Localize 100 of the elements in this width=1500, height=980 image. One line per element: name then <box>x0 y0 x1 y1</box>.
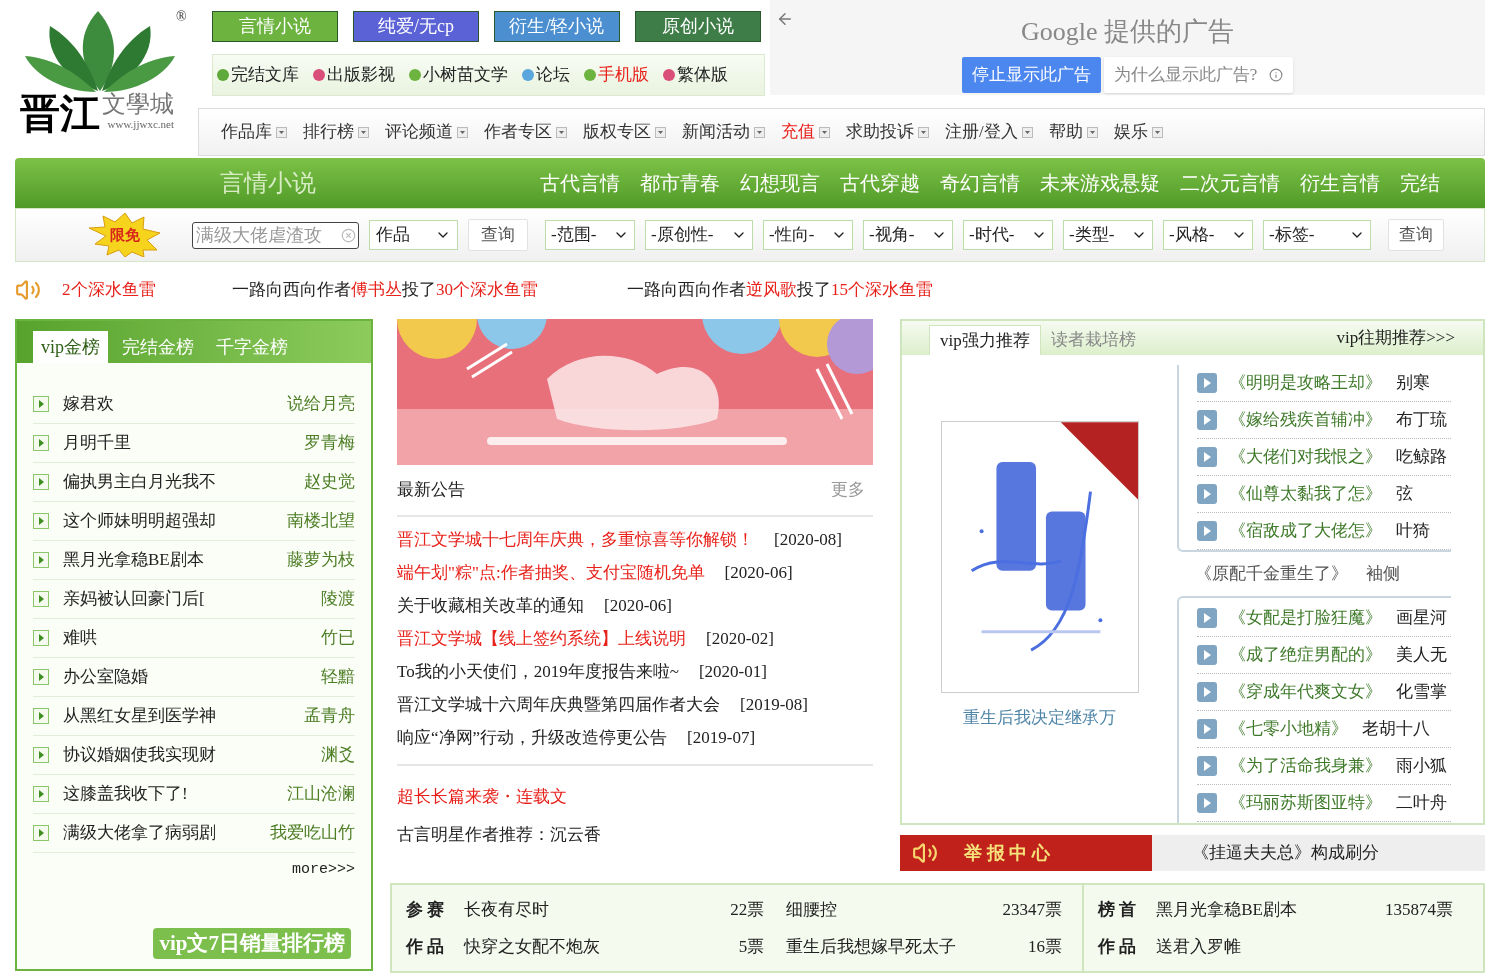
book-title-link[interactable]: 《成了绝症男配的》 <box>1229 642 1382 668</box>
quick-link[interactable]: 完结文库 <box>217 62 299 88</box>
book-title-link[interactable]: 长夜有尽时 <box>464 897 550 923</box>
ticker-message[interactable]: 一路向西向作者傅书丛投了30个深水鱼雷 <box>232 280 538 300</box>
nav-menu-item[interactable]: 娱乐 <box>1113 119 1163 145</box>
nav-menu-item[interactable]: 充值 <box>781 119 830 145</box>
book-title-link[interactable]: 《明明是攻略王却》 <box>1229 370 1382 396</box>
notice-link[interactable]: 关于收藏相关改革的通知 <box>397 592 584 619</box>
book-title-link[interactable]: 难哄 <box>63 625 97 651</box>
book-title-link[interactable]: 黑月光拿稳BE剧本 <box>1156 897 1297 923</box>
channel-button[interactable]: 纯爱/无cp <box>353 11 479 42</box>
book-title-link[interactable]: 《原配千金重生了》 <box>1195 561 1348 587</box>
nav-menu-item[interactable]: 新闻活动 <box>682 119 765 145</box>
author-link[interactable]: 江山沧澜 <box>287 781 355 807</box>
book-title-link[interactable]: 协议婚姻使我实现财 <box>63 742 216 768</box>
author-link[interactable]: 南楼北望 <box>287 508 355 534</box>
author-link[interactable]: 我爱吃山竹 <box>270 820 355 846</box>
book-title-link[interactable]: 亲妈被认回豪门后[ <box>63 586 205 612</box>
notice-link[interactable]: 晋江文学城十六周年庆典暨第四届作者大会 <box>397 691 720 718</box>
author-link[interactable]: 雨小狐 <box>1396 753 1447 779</box>
quick-link[interactable]: 手机版 <box>584 62 649 88</box>
book-title-link[interactable]: 偏执男主白月光我不 <box>63 469 216 495</box>
book-title-link[interactable]: 《宿敌成了大佬怎》 <box>1229 518 1382 544</box>
nav-menu-item[interactable]: 评论频道 <box>385 119 468 145</box>
stop-ad-button[interactable]: 停止显示此广告 <box>961 57 1101 93</box>
author-link[interactable]: 布丁琉 <box>1396 407 1447 433</box>
nav-menu-item[interactable]: 求助投诉 <box>846 119 929 145</box>
back-icon[interactable] <box>776 10 794 28</box>
type-select[interactable]: 作品 <box>369 220 458 250</box>
book-title-link[interactable]: 送君入罗帷 <box>1156 933 1242 959</box>
book-title-link[interactable]: 《仙尊太黏我了怎》 <box>1229 481 1382 507</box>
book-title-link[interactable]: 《为了活命我身兼》 <box>1229 753 1382 779</box>
book-title-link[interactable]: 月明千里 <box>63 430 131 456</box>
author-link[interactable]: 弦 <box>1396 481 1413 507</box>
author-link[interactable]: 化雪掌 <box>1396 679 1447 705</box>
quick-link[interactable]: 出版影视 <box>313 62 395 88</box>
book-title-link[interactable]: 这个师妹明明超强却 <box>63 508 216 534</box>
author-link[interactable]: 竹已 <box>321 625 355 651</box>
more-link[interactable]: vip往期推荐>>> <box>1336 325 1455 351</box>
author-link[interactable]: 赵史觉 <box>304 469 355 495</box>
quick-link[interactable]: 繁体版 <box>663 62 728 88</box>
book-title-link[interactable]: 嫁君欢 <box>63 391 114 417</box>
book-title-link[interactable]: 《七零小地精》 <box>1229 716 1348 742</box>
book-title-link[interactable]: 《嫁给残疾首辅冲》 <box>1229 407 1382 433</box>
search-button[interactable]: 查询 <box>1388 219 1444 251</box>
book-title-link[interactable]: 重生后我想嫁早死太子 <box>786 933 957 959</box>
filter-select[interactable]: -视角- <box>863 220 953 250</box>
ranking-tab[interactable]: vip金榜 <box>33 331 108 363</box>
author-link[interactable]: 陵渡 <box>321 586 355 612</box>
notice-link[interactable]: To我的小天使们，2019年度报告来啦~ <box>397 658 679 685</box>
book-title-link[interactable]: 黑月光拿稳BE剧本 <box>63 547 204 573</box>
author-link[interactable]: 说给月亮 <box>287 391 355 417</box>
notice-link[interactable]: 响应“净网”行动，升级改造停更公告 <box>397 724 668 751</box>
ticker-message[interactable]: 一路向西向作者逆风歌投了15个深水鱼雷 <box>627 280 933 300</box>
author-link[interactable]: 叶猗 <box>1396 518 1430 544</box>
book-title-link[interactable]: 《玛丽苏斯图亚特》 <box>1229 790 1382 816</box>
filter-select[interactable]: -类型- <box>1063 220 1153 250</box>
nav-menu-item[interactable]: 作品库 <box>221 119 287 145</box>
book-title-link[interactable]: 满级大佬拿了病弱剧 <box>63 820 216 846</box>
author-link[interactable]: 袖侧 <box>1366 561 1400 587</box>
more-link[interactable]: more>>> <box>292 859 355 882</box>
filter-select[interactable]: -范围- <box>545 220 635 250</box>
author-link[interactable]: 别寒 <box>1396 370 1430 396</box>
search-button[interactable]: 查询 <box>468 219 528 251</box>
notice-link[interactable]: 端午划"粽"点:作者抽奖、支付宝随机免单 <box>397 559 705 586</box>
nav-menu-item[interactable]: 帮助 <box>1048 119 1098 145</box>
author-link[interactable]: 孟青舟 <box>304 703 355 729</box>
quick-link[interactable]: 论坛 <box>522 62 570 88</box>
filter-select[interactable]: -风格- <box>1163 220 1253 250</box>
author-link[interactable]: 渊爻 <box>321 742 355 768</box>
recommend-tab[interactable]: vip强力推荐 <box>929 325 1041 355</box>
book-title-link[interactable]: 《穿成年代爽文女》 <box>1229 679 1382 705</box>
author-link[interactable]: 画星河 <box>1396 605 1447 631</box>
author-link[interactable]: 吃鲸路 <box>1396 444 1447 470</box>
ticker-message[interactable]: 2个深水鱼雷 <box>62 280 156 300</box>
filter-select[interactable]: -标签- <box>1263 220 1371 250</box>
quick-link[interactable]: 小树苗文学 <box>409 62 508 88</box>
filter-select[interactable]: -时代- <box>963 220 1053 250</box>
why-ad-button[interactable]: 为什么显示此广告? <box>1103 57 1294 93</box>
channel-button[interactable]: 原创小说 <box>635 11 761 42</box>
author-link[interactable]: 二叶舟 <box>1396 790 1447 816</box>
notice-link[interactable]: 晋江文学城十七周年庆典，多重惊喜等你解锁！ <box>397 526 754 553</box>
book-title-link[interactable]: 这膝盖我收下了! <box>63 781 188 807</box>
author-link[interactable]: 美人无 <box>1396 642 1447 668</box>
book-title-link[interactable]: 细腰控 <box>786 897 838 923</box>
book-title-link[interactable]: 《大佬们对我恨之》 <box>1229 444 1382 470</box>
filter-select[interactable]: -原创性- <box>645 220 753 250</box>
author-link[interactable]: 藤萝为枝 <box>287 547 355 573</box>
nav-menu-item[interactable]: 作者专区 <box>484 119 567 145</box>
author-link[interactable]: 老胡十八 <box>1362 716 1430 742</box>
nav-menu-item[interactable]: 注册/登入 <box>945 119 1033 145</box>
book-title-link[interactable]: 从黑红女星到医学神 <box>63 703 216 729</box>
author-link[interactable]: 轻黯 <box>321 664 355 690</box>
book-title-link[interactable]: 办公室隐婚 <box>63 664 148 690</box>
book-title-link[interactable]: 《女配是打脸狂魔》 <box>1229 605 1382 631</box>
nav-menu-item[interactable]: 版权专区 <box>583 119 666 145</box>
nav-menu-item[interactable]: 排行榜 <box>303 119 369 145</box>
filter-select[interactable]: -性向- <box>763 220 853 250</box>
author-link[interactable]: 罗青梅 <box>304 430 355 456</box>
book-title-link[interactable]: 快穿之女配不炮灰 <box>464 933 601 959</box>
